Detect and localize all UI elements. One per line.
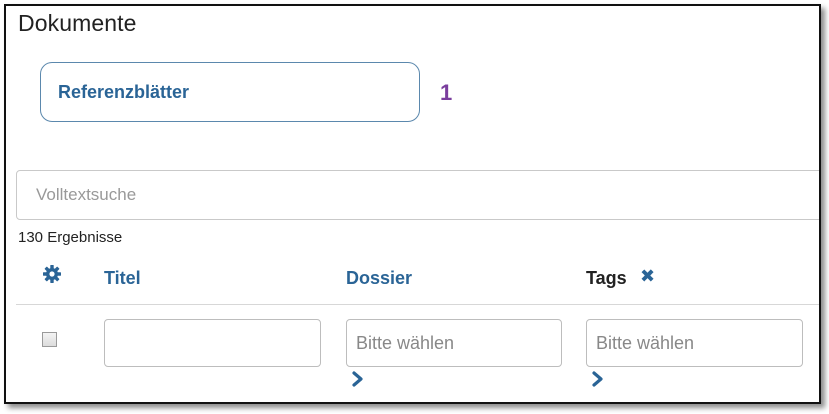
chevron-right-icon[interactable] — [350, 371, 366, 387]
dossier-filter-select[interactable]: Bitte wählen — [346, 319, 562, 367]
page-title: Dokumente — [18, 10, 137, 36]
select-all-checkbox[interactable] — [42, 332, 57, 347]
tags-filter-placeholder: Bitte wählen — [596, 332, 695, 353]
annotation-marker: 1 — [440, 80, 453, 105]
reference-sheets-button[interactable]: Referenzblätter — [40, 62, 420, 122]
column-header-tags: Tags — [586, 268, 627, 288]
column-header-dossier[interactable]: Dossier — [346, 268, 412, 289]
fulltext-search-input[interactable]: Volltextsuche — [16, 170, 819, 220]
search-placeholder: Volltextsuche — [36, 185, 137, 204]
chevron-right-icon[interactable] — [590, 371, 606, 387]
gear-icon[interactable] — [42, 264, 62, 284]
close-icon[interactable]: ✖ — [640, 266, 655, 287]
titel-filter-input[interactable] — [104, 319, 321, 367]
column-header-titel[interactable]: Titel — [104, 268, 141, 289]
documents-panel: Dokumente Referenzblätter 1 Volltextsuch… — [4, 4, 821, 404]
results-count: 130 Ergebnisse — [18, 229, 123, 246]
table-header-row: Titel Dossier Tags ✖ — [16, 256, 819, 305]
tags-filter-select[interactable]: Bitte wählen — [586, 319, 803, 367]
dossier-filter-placeholder: Bitte wählen — [356, 332, 455, 353]
